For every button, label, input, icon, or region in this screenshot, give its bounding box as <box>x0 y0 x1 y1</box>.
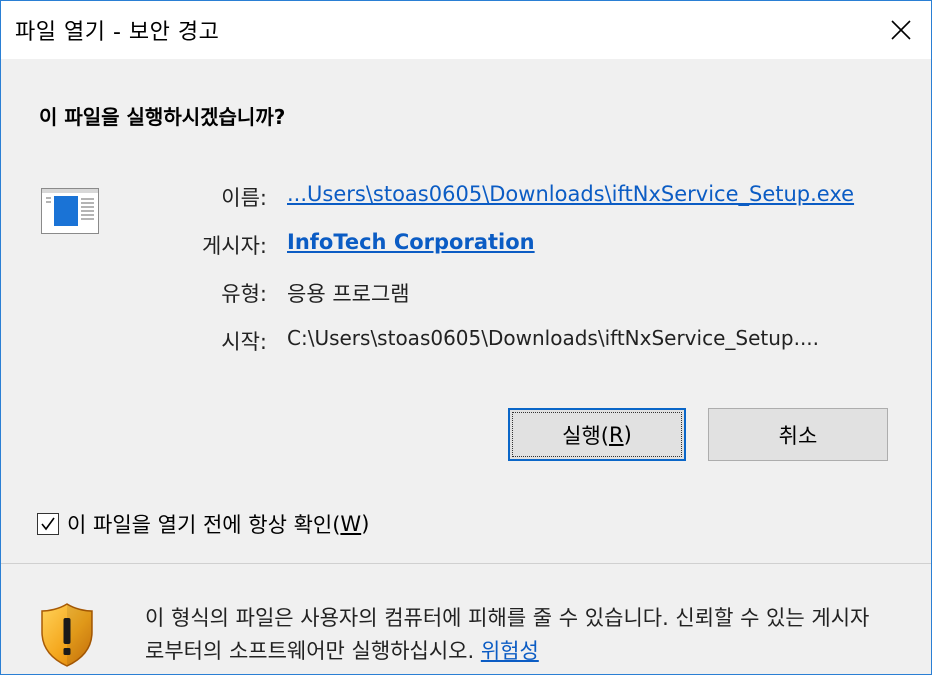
close-icon <box>891 20 911 40</box>
close-button[interactable] <box>871 1 931 59</box>
checkbox-label-pre: 이 파일을 열기 전에 항상 확인( <box>67 513 341 537</box>
file-name-link[interactable]: ...Users\stoas0605\Downloads\iftNxServic… <box>287 182 854 206</box>
window-title: 파일 열기 - 보안 경고 <box>15 20 220 45</box>
run-label-post: ) <box>623 422 632 447</box>
checkbox-mnemonic: W <box>340 512 362 536</box>
publisher-link[interactable]: InfoTech Corporation <box>287 230 535 254</box>
type-label: 유형: <box>221 282 267 306</box>
security-warning-dialog: 파일 열기 - 보안 경고 이 파일을 실행하시겠습니까? 이름: ...Use… <box>0 0 932 675</box>
checkbox-label-post: ) <box>361 512 370 536</box>
title-bar: 파일 열기 - 보안 경고 <box>1 1 931 59</box>
cancel-label: 취소 <box>778 423 818 448</box>
always-ask-checkbox[interactable] <box>37 513 59 535</box>
cancel-button[interactable]: 취소 <box>708 408 888 461</box>
from-path-value: C:\Users\stoas0605\Downloads\iftNxServic… <box>287 326 820 350</box>
run-button[interactable]: 실행(R) <box>508 408 686 461</box>
publisher-label: 게시자: <box>201 234 267 258</box>
checkmark-icon <box>41 517 55 531</box>
risk-link[interactable]: 위험성 <box>481 639 539 663</box>
warning-message: 이 형식의 파일은 사용자의 컴퓨터에 피해를 줄 수 있습니다. 신뢰할 수 … <box>145 602 885 668</box>
warning-footer: 이 형식의 파일은 사용자의 컴퓨터에 피해를 줄 수 있습니다. 신뢰할 수 … <box>1 564 931 674</box>
run-label-pre: 실행( <box>562 423 610 448</box>
name-label: 이름: <box>221 186 267 210</box>
warning-shield-icon <box>41 603 93 667</box>
from-label: 시작: <box>221 330 267 354</box>
type-value: 응용 프로그램 <box>287 282 410 306</box>
always-ask-checkbox-row[interactable]: 이 파일을 열기 전에 항상 확인(W) <box>37 509 369 539</box>
dialog-question: 이 파일을 실행하시겠습니까? <box>39 105 286 129</box>
run-mnemonic: R <box>609 422 624 447</box>
